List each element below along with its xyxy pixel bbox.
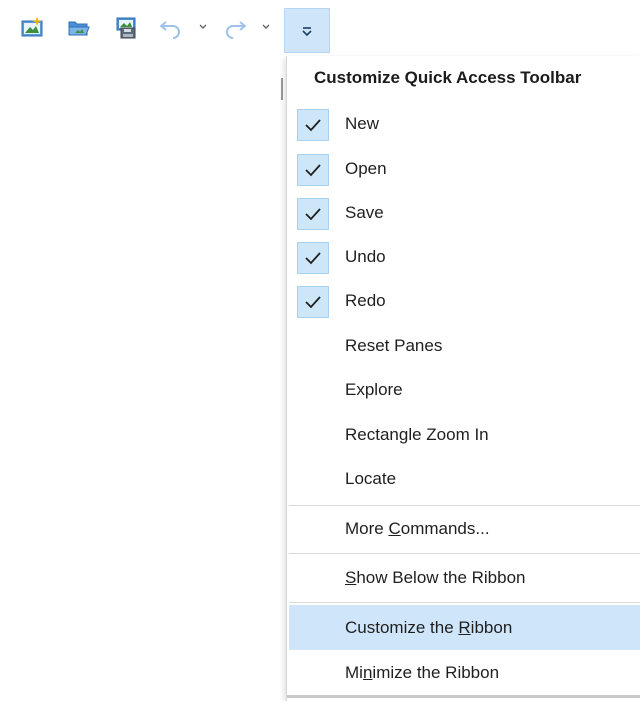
undo-dropdown[interactable]	[197, 20, 209, 34]
undo-icon	[160, 21, 180, 39]
save-project-icon	[116, 17, 136, 39]
customize-toolbar-icon	[302, 26, 312, 36]
checkmark-icon	[305, 252, 321, 265]
menu-item-label: Open	[345, 159, 387, 178]
customize-quick-access-menu: Customize Quick Access Toolbar New Open …	[286, 56, 640, 701]
menu-item-label: More Commands...	[345, 519, 490, 538]
undo-button[interactable]	[156, 12, 186, 42]
redo-icon	[226, 21, 246, 39]
menu-item-locate[interactable]: Locate	[289, 458, 640, 500]
menu-title: Customize Quick Access Toolbar	[314, 68, 582, 87]
menu-item-label: Undo	[345, 247, 386, 266]
background-edge	[281, 78, 283, 100]
menu-item-show-below-ribbon[interactable]: Show Below the Ribbon	[289, 557, 640, 599]
checkbox-checked	[297, 242, 329, 274]
menu-item-save[interactable]: Save	[289, 192, 640, 234]
checkmark-icon	[305, 208, 321, 221]
menu-item-label: Locate	[345, 469, 397, 488]
redo-button[interactable]	[220, 12, 250, 42]
checkmark-icon	[305, 164, 321, 177]
chevron-down-icon	[199, 24, 207, 29]
menu-bottom-edge	[287, 695, 640, 698]
menu-item-open[interactable]: Open	[289, 148, 640, 190]
chevron-down-icon	[262, 24, 270, 29]
menu-item-label: Show Below the Ribbon	[345, 568, 526, 587]
menu-item-label: Customize the Ribbon	[345, 617, 513, 637]
checkbox-checked	[297, 154, 329, 186]
menu-item-label: New	[345, 114, 380, 133]
menu-item-minimize-ribbon[interactable]: Minimize the Ribbon	[289, 652, 640, 694]
menu-item-label: Explore	[345, 380, 403, 399]
menu-separator	[289, 553, 640, 554]
redo-dropdown[interactable]	[260, 20, 272, 34]
menu-item-customize-ribbon[interactable]: Customize the Ribbon	[289, 605, 640, 650]
menu-item-label: Save	[345, 203, 384, 222]
menu-item-new[interactable]: New	[289, 103, 640, 145]
menu-item-redo[interactable]: Redo	[289, 280, 640, 322]
open-project-icon	[68, 21, 90, 36]
menu-item-label: Minimize the Ribbon	[345, 663, 500, 682]
menu-item-more-commands[interactable]: More Commands...	[289, 508, 640, 550]
menu-item-label: Reset Panes	[345, 336, 443, 355]
menu-separator	[289, 505, 640, 506]
new-project-button[interactable]	[18, 12, 48, 42]
open-project-button[interactable]	[64, 12, 94, 42]
menu-item-undo[interactable]: Undo	[289, 236, 640, 278]
menu-item-explore[interactable]: Explore	[289, 369, 640, 411]
menu-item-rectangle-zoom-in[interactable]: Rectangle Zoom In	[289, 414, 640, 456]
customize-quick-access-button[interactable]	[284, 8, 330, 53]
checkbox-checked	[297, 198, 329, 230]
menu-item-label: Redo	[345, 291, 386, 310]
new-project-icon	[21, 17, 43, 37]
checkmark-icon	[305, 296, 321, 309]
quick-access-toolbar	[0, 0, 640, 56]
checkbox-checked	[297, 109, 329, 141]
checkbox-checked	[297, 286, 329, 318]
menu-item-label: Rectangle Zoom In	[345, 425, 489, 444]
checkmark-icon	[305, 119, 321, 132]
save-project-button[interactable]	[112, 12, 142, 42]
menu-item-reset-panes[interactable]: Reset Panes	[289, 325, 640, 367]
menu-separator	[289, 602, 640, 603]
